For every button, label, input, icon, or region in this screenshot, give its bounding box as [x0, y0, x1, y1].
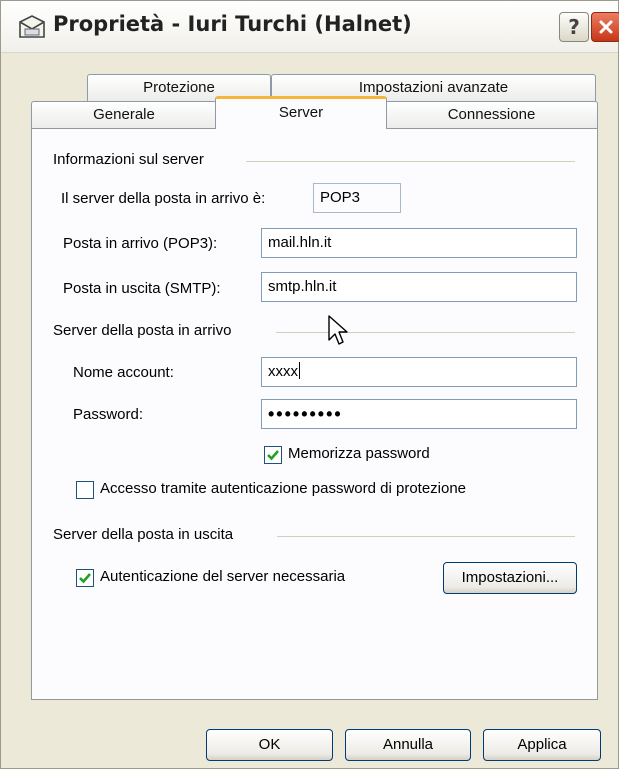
- outgoing-settings-button[interactable]: Impostazioni...: [443, 562, 577, 594]
- server-info-group-title: Informazioni sul server: [53, 151, 204, 168]
- incoming-server-group-title: Server della posta in arrivo: [53, 322, 232, 339]
- apply-button[interactable]: Applica: [483, 729, 601, 761]
- incoming-server-input[interactable]: mail.hln.it: [261, 228, 577, 258]
- spa-label[interactable]: Accesso tramite autenticazione password …: [100, 480, 466, 497]
- mouse-pointer-icon: [328, 315, 348, 345]
- checkmark-icon: [267, 450, 279, 461]
- group-divider: [246, 161, 575, 162]
- password-label: Password:: [73, 406, 144, 423]
- outgoing-server-input[interactable]: smtp.hln.it: [261, 272, 577, 302]
- incoming-type-value: POP3: [313, 183, 401, 213]
- help-button[interactable]: ?: [559, 12, 589, 42]
- close-button[interactable]: [591, 12, 619, 42]
- remember-password-checkbox[interactable]: [264, 446, 282, 464]
- dialog-title: Proprietà - Iuri Turchi (Halnet): [53, 12, 412, 36]
- text-caret: [299, 362, 300, 379]
- properties-dialog: Proprietà - Iuri Turchi (Halnet) ? Prote…: [0, 0, 619, 769]
- close-icon: [599, 20, 613, 34]
- group-divider: [276, 332, 575, 333]
- outgoing-server-group-title: Server della posta in uscita: [53, 526, 234, 543]
- tab-generale[interactable]: Generale: [31, 101, 217, 128]
- group-divider: [277, 536, 575, 537]
- spa-checkbox[interactable]: [76, 481, 94, 499]
- account-name-label: Nome account:: [73, 364, 174, 381]
- remember-password-label[interactable]: Memorizza password: [288, 445, 430, 462]
- tab-server[interactable]: Server: [215, 96, 387, 129]
- tab-connessione[interactable]: Connessione: [385, 101, 598, 128]
- ok-button[interactable]: OK: [206, 729, 333, 761]
- cancel-button[interactable]: Annulla: [345, 729, 471, 761]
- account-properties-icon: [19, 15, 45, 38]
- title-bar[interactable]: Proprietà - Iuri Turchi (Halnet) ?: [1, 1, 619, 53]
- incoming-server-label: Posta in arrivo (POP3):: [63, 235, 218, 252]
- server-auth-label[interactable]: Autenticazione del server necessaria: [100, 568, 345, 585]
- account-name-value: xxxx: [268, 363, 298, 380]
- server-auth-checkbox[interactable]: [76, 569, 94, 587]
- password-input[interactable]: •••••••••: [261, 399, 577, 429]
- checkmark-icon: [79, 573, 91, 584]
- outgoing-server-label: Posta in uscita (SMTP):: [63, 280, 221, 297]
- account-name-input[interactable]: xxxx: [261, 357, 577, 387]
- incoming-type-label: Il server della posta in arrivo è:: [61, 190, 266, 207]
